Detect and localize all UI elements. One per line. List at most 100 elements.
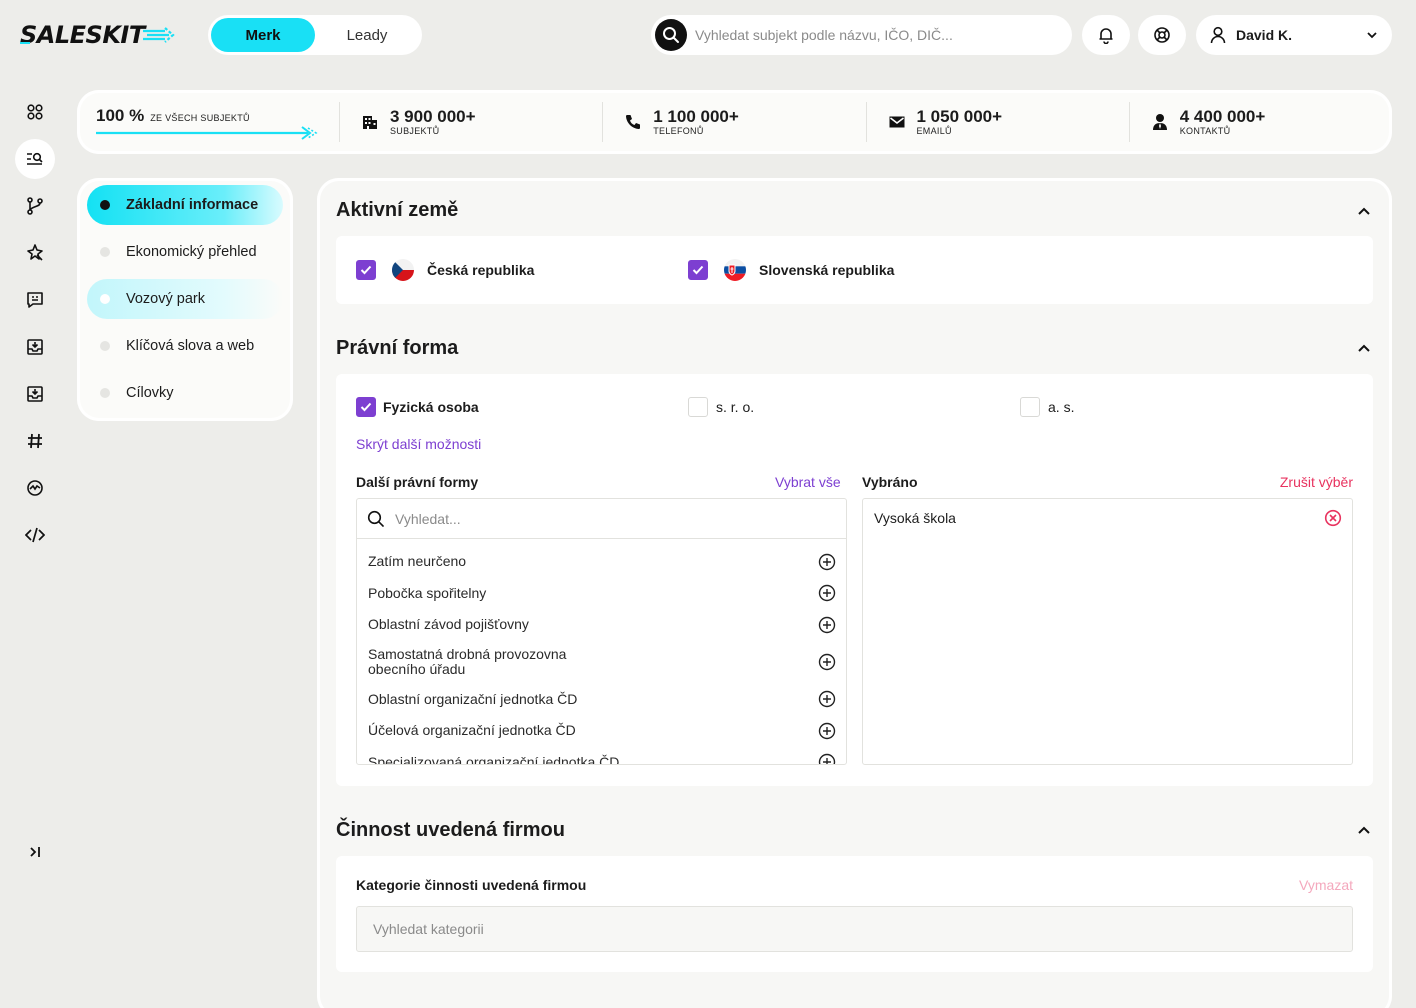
nav-item-keywords[interactable]: Klíčová slova a web — [87, 326, 283, 366]
activity-field-label: Kategorie činnosti uvedená firmou — [356, 877, 587, 893]
activity-circle-icon — [27, 480, 43, 496]
collapse-activity-button[interactable] — [1355, 821, 1373, 839]
section-nav: Základní informace Ekonomický přehled Vo… — [77, 178, 293, 421]
select-all-link[interactable]: Vybrat vše — [775, 474, 841, 490]
legal-option-label: a. s. — [1048, 399, 1075, 415]
nav-item-fleet[interactable]: Vozový park — [87, 279, 283, 319]
checkbox-fyzicka[interactable] — [356, 397, 376, 417]
collapse-countries-button[interactable] — [1355, 202, 1373, 220]
nav-item-label: Klíčová slova a web — [126, 338, 255, 354]
nav-dot — [100, 294, 110, 304]
country-sk[interactable]: Slovenská republika — [688, 259, 894, 281]
code-icon — [25, 527, 45, 543]
global-search — [651, 15, 1072, 55]
stat-contacts-label: kontaktů — [1179, 126, 1231, 136]
filter-panel: Aktivní země Česká republika Slovenská r… — [317, 178, 1392, 1008]
check-icon — [692, 265, 704, 275]
stat-subjects-label: subjektů — [390, 126, 440, 136]
rail-analytics[interactable] — [15, 468, 55, 508]
nav-item-label: Vozový park — [126, 291, 205, 307]
list-item[interactable]: Oblastní závod pojišťovny — [357, 609, 846, 641]
search-icon[interactable] — [655, 19, 687, 51]
selected-title: Vybráno — [862, 474, 918, 490]
coverage-arrow-icon — [96, 126, 318, 140]
rail-tags[interactable] — [15, 421, 55, 461]
checkbox-as[interactable] — [1020, 397, 1040, 417]
flag-cz-icon — [392, 259, 414, 281]
list-search — [357, 499, 846, 539]
nav-item-targets[interactable]: Cílovky — [87, 373, 283, 413]
add-circle-icon[interactable] — [818, 584, 836, 602]
add-circle-icon[interactable] — [818, 722, 836, 740]
section-title-activity: Činnost uvedená firmou — [336, 819, 565, 841]
clear-selection-link[interactable]: Zrušit výběr — [1280, 474, 1353, 490]
rail-search[interactable] — [15, 139, 55, 179]
rail-pipeline[interactable] — [15, 186, 55, 226]
collapse-legal-form-button[interactable] — [1355, 339, 1373, 357]
list-search-input[interactable] — [395, 510, 846, 527]
sparkle-cursor-icon — [27, 244, 43, 261]
search-input[interactable] — [695, 27, 1068, 43]
activity-card: Kategorie činnosti uvedená firmou Vymaza… — [336, 856, 1373, 972]
bell-icon — [1099, 28, 1113, 44]
rail-leads[interactable] — [15, 233, 55, 273]
stat-emails-label: emailů — [916, 126, 952, 136]
countries-card: Česká republika Slovenská republika — [336, 236, 1373, 304]
remove-circle-icon[interactable] — [1324, 509, 1342, 527]
logo-arrow-icon — [142, 27, 175, 43]
country-cz[interactable]: Česká republika — [356, 259, 534, 281]
rail-inbox[interactable] — [15, 327, 55, 367]
nav-item-economic[interactable]: Ekonomický přehled — [87, 232, 283, 272]
inbox-download-icon — [27, 339, 43, 355]
branch-icon — [27, 197, 43, 215]
checkbox-sk[interactable] — [688, 260, 708, 280]
add-circle-icon[interactable] — [818, 753, 836, 765]
stat-coverage: 100 % ze všech subjektů — [77, 90, 339, 154]
activity-search-input[interactable] — [373, 921, 1352, 937]
nav-item-basic-info[interactable]: Základní informace — [87, 185, 283, 225]
list-item[interactable]: Zatím neurčeno — [357, 546, 846, 578]
user-icon — [1210, 26, 1226, 44]
stat-emails-value: 1 050 000+ — [916, 107, 1003, 126]
logo-text: SALESKIT — [20, 21, 145, 49]
list-item-label: Zatím neurčeno — [368, 553, 467, 570]
tab-leady[interactable]: Leady — [315, 18, 419, 52]
add-circle-icon[interactable] — [818, 690, 836, 708]
stat-contacts-value: 4 400 000+ — [1179, 107, 1266, 126]
stat-subjects: 3 900 000+ subjektů — [339, 102, 602, 142]
saleskit-logo[interactable]: SALESKIT — [20, 20, 177, 50]
tab-merk[interactable]: Merk — [211, 18, 315, 52]
check-icon — [360, 265, 372, 275]
mail-icon — [887, 112, 907, 132]
chat-icon — [27, 292, 43, 308]
help-button[interactable] — [1138, 15, 1186, 55]
checkbox-cz[interactable] — [356, 260, 376, 280]
add-circle-icon[interactable] — [818, 653, 836, 671]
rail-messages[interactable] — [15, 280, 55, 320]
list-item-label: Specializovaná organizační jednotka ČD — [368, 753, 620, 765]
toggle-more-options-link[interactable]: Skrýt další možnosti — [356, 436, 481, 452]
legal-option-label: Fyzická osoba — [383, 399, 479, 415]
user-name: David K. — [1236, 27, 1293, 43]
list-item[interactable]: Specializovaná organizační jednotka ČD — [357, 747, 846, 765]
list-item[interactable]: Samostatná drobná provozovna obecního úř… — [357, 641, 846, 684]
legal-option-sro[interactable]: s. r. o. — [688, 397, 754, 417]
rail-exports[interactable] — [15, 374, 55, 414]
stat-subjects-value: 3 900 000+ — [390, 107, 476, 126]
list-item[interactable]: Účelová organizační jednotka ČD — [357, 715, 846, 747]
rail-dashboard[interactable] — [15, 92, 55, 132]
notifications-button[interactable] — [1082, 15, 1130, 55]
checkbox-sro[interactable] — [688, 397, 708, 417]
rail-api[interactable] — [15, 515, 55, 555]
left-rail — [15, 92, 55, 562]
add-circle-icon[interactable] — [818, 553, 836, 571]
list-item[interactable]: Pobočka spořitelny — [357, 578, 846, 610]
expand-sidebar-button[interactable] — [15, 832, 55, 872]
list-item[interactable]: Oblastní organizační jednotka ČD — [357, 684, 846, 716]
clear-activity-link[interactable]: Vymazat — [1299, 877, 1353, 893]
legal-option-as[interactable]: a. s. — [1020, 397, 1074, 417]
add-circle-icon[interactable] — [818, 616, 836, 634]
user-menu[interactable]: David K. — [1196, 15, 1392, 55]
chevron-up-icon — [1358, 826, 1370, 834]
legal-option-fyzicka[interactable]: Fyzická osoba — [356, 397, 479, 417]
